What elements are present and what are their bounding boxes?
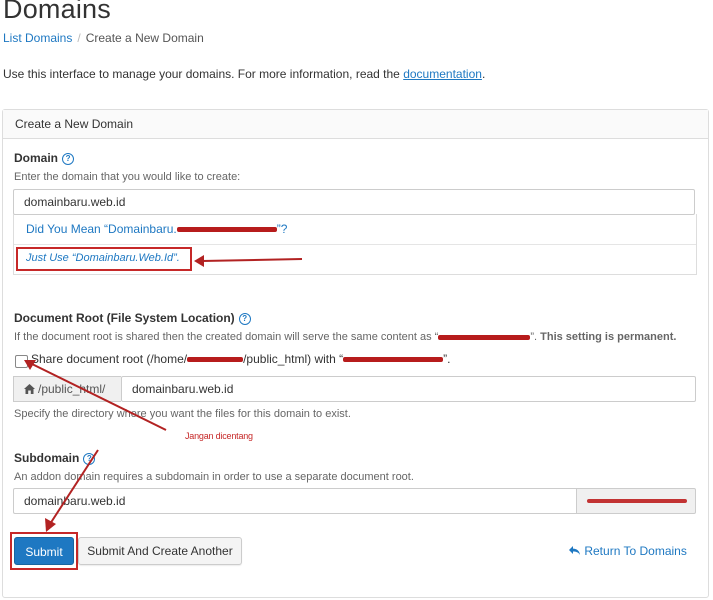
annotation-arrow-just-use xyxy=(194,255,303,267)
submit-and-create-another-button[interactable]: Submit And Create Another xyxy=(78,537,242,565)
suggestion-1-suffix: ”? xyxy=(276,222,288,236)
breadcrumb: List Domains / Create a New Domain xyxy=(3,31,204,45)
return-to-domains-link[interactable]: Return To Domains xyxy=(569,544,687,559)
suggestion-1-prefix: Did You Mean “Domainbaru. xyxy=(26,222,177,236)
intro-end: . xyxy=(481,67,486,81)
page-title: Domains xyxy=(3,0,111,24)
annotation-label: Jangan dicentang xyxy=(185,431,253,441)
docroot-input[interactable]: domainbaru.web.id xyxy=(121,376,696,402)
domain-input-value: domainbaru.web.id xyxy=(24,195,126,209)
redacted-mark xyxy=(438,334,531,340)
redacted-mark xyxy=(343,357,444,363)
annotation-box-just-use xyxy=(16,247,192,271)
intro-text: Use this interface to manage your domain… xyxy=(3,67,485,81)
return-to-domains-label: Return To Domains xyxy=(584,544,687,558)
docroot-permanent-note: This setting is permanent. xyxy=(540,331,677,343)
annotation-arrow-checkbox xyxy=(24,360,167,431)
domain-hint: Enter the domain that you would like to … xyxy=(14,171,241,183)
panel-heading-title: Create a New Domain xyxy=(15,117,134,131)
docroot-label-text: Document Root (File System Location) xyxy=(14,311,235,325)
docroot-label: Document Root (File System Location)? xyxy=(14,311,251,325)
panel-heading: Create a New Domain xyxy=(3,110,708,139)
undo-arrow-icon xyxy=(569,545,581,559)
docroot-hint: If the document root is shared then the … xyxy=(14,331,676,343)
subdomain-suffix-addon xyxy=(576,488,696,514)
submit-button[interactable]: Submit xyxy=(14,537,74,565)
suggestion-did-you-mean[interactable]: Did You Mean “Domainbaru. ”? xyxy=(26,222,287,236)
breadcrumb-list-domains[interactable]: List Domains xyxy=(3,31,72,45)
docroot-hint-prefix: If the document root is shared then the … xyxy=(14,331,439,343)
domain-help-icon[interactable]: ? xyxy=(62,153,75,165)
domain-label-text: Domain xyxy=(14,151,59,165)
intro-body: Use this interface to manage your domain… xyxy=(3,67,404,81)
share-label-part-b: /public_html) with “ xyxy=(243,352,344,366)
docroot-help-icon[interactable]: ? xyxy=(238,313,251,325)
breadcrumb-current: Create a New Domain xyxy=(85,31,204,45)
redacted-mark xyxy=(176,227,277,233)
redacted-mark xyxy=(587,499,687,503)
share-label-part-c: ”. xyxy=(443,352,451,366)
redacted-mark xyxy=(187,357,244,363)
breadcrumb-separator: / xyxy=(77,31,81,45)
documentation-link[interactable]: documentation xyxy=(403,67,482,81)
annotation-arrow-submit xyxy=(45,449,99,532)
docroot-hint-suffix: ”. xyxy=(530,331,538,343)
domain-input[interactable]: domainbaru.web.id xyxy=(13,189,695,215)
domain-label: Domain? xyxy=(14,151,75,165)
